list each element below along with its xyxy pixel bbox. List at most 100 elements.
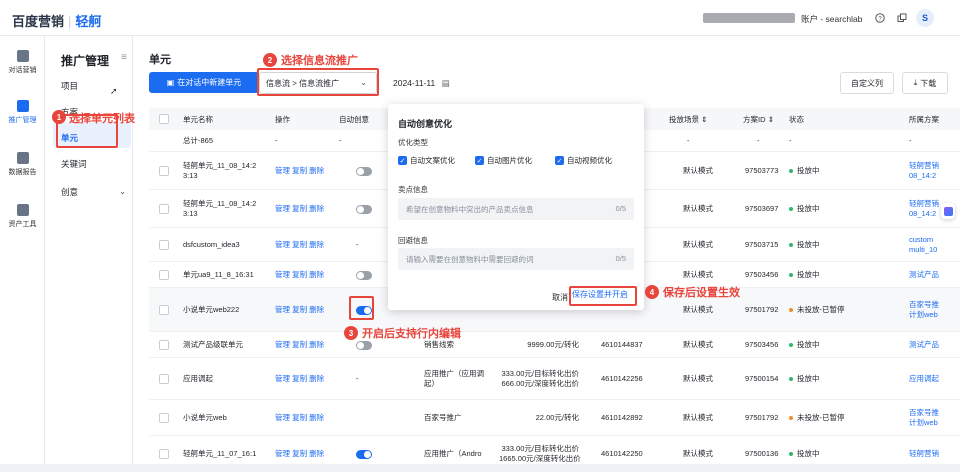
rail-item-promotion[interactable]: 推广管理 xyxy=(0,100,45,125)
chat-icon: ▣ xyxy=(166,78,175,87)
row-actions[interactable]: 管理 复制 删除 xyxy=(275,305,324,315)
row-checkbox[interactable] xyxy=(159,449,169,459)
plan-name[interactable]: 百家号推 计划web xyxy=(909,300,939,320)
copy-icon[interactable] xyxy=(894,10,910,26)
col-status[interactable]: 状态 xyxy=(789,114,804,125)
plan-name[interactable]: 测试产品 xyxy=(909,270,939,280)
scene: 默认模式 xyxy=(683,374,713,383)
custom-columns-button[interactable]: 自定义列 xyxy=(840,72,894,94)
option-auto-video[interactable]: ✓ 自动视频优化 xyxy=(555,155,612,166)
download-button[interactable]: ⤓ 下载 xyxy=(902,72,948,94)
status: 未投放-已暂停 xyxy=(789,305,845,315)
table-row: 小说单元web 管理 复制 删除 百家号推广 22.00元/转化 4610142892 默… xyxy=(149,400,960,436)
row-checkbox[interactable] xyxy=(159,166,169,176)
unit-name[interactable]: 应用调起 xyxy=(183,374,213,384)
row-actions[interactable]: 管理 复制 删除 xyxy=(275,270,324,280)
total-actions-placeholder: - xyxy=(275,136,278,145)
brand-logo[interactable]: 百度营销 | 轻舸 xyxy=(12,11,101,30)
row-checkbox[interactable] xyxy=(159,374,169,384)
rail-item-chat-marketing[interactable]: 对话营销 xyxy=(0,50,45,75)
row-actions[interactable]: 管理 复制 删除 xyxy=(275,449,324,459)
unit-name[interactable]: 轻舸单元_11_08_14:2 3:13 xyxy=(183,161,256,181)
row-checkbox[interactable] xyxy=(159,270,169,280)
unit-name[interactable]: 轻舸单元_11_07_16:1 xyxy=(183,449,256,459)
auto-creative-toggle[interactable] xyxy=(356,341,372,350)
chevron-down-icon[interactable]: ⌄ xyxy=(119,186,126,197)
status-label: 投放中 xyxy=(797,204,820,213)
rail-item-reports[interactable]: 数据报告 xyxy=(0,152,45,177)
annotation-badge-3: 3 xyxy=(344,326,358,340)
trend-chart-icon xyxy=(16,100,29,112)
assistant-widget-icon[interactable] xyxy=(941,203,955,219)
rail-item-tools[interactable]: 资产工具 xyxy=(0,204,45,229)
annotation-text-3: 开启后支持行内编辑 xyxy=(362,328,461,340)
subnav-title: 推广管理 xyxy=(61,54,110,68)
selling-label: 卖点信息 xyxy=(398,185,428,194)
annotation-box-flow xyxy=(257,68,379,96)
plan-name[interactable]: 轻舸营销 08_14:2 xyxy=(909,199,939,219)
status-label: 投放中 xyxy=(797,270,820,279)
row-checkbox[interactable] xyxy=(159,340,169,350)
date-picker[interactable]: 2024-11-11 ▤ xyxy=(393,78,450,89)
unit-name[interactable]: 小说单元web xyxy=(183,413,227,423)
bid-price[interactable]: 9999.00元/转化 xyxy=(499,340,579,350)
row-checkbox[interactable] xyxy=(159,413,169,423)
row-actions[interactable]: 管理 复制 删除 xyxy=(275,374,324,384)
plan-name[interactable]: 测试产品 xyxy=(909,340,939,350)
total-auto-placeholder: - xyxy=(339,136,342,145)
row-actions[interactable]: 管理 复制 删除 xyxy=(275,240,324,250)
account-name[interactable]: 账户 - searchlab xyxy=(801,13,862,25)
subnav-item-project[interactable]: 项目 xyxy=(61,80,78,92)
plan-name[interactable]: 轻舸营销 xyxy=(909,449,939,459)
cancel-button[interactable]: 取消 xyxy=(552,292,568,303)
col-plan[interactable]: 所属方案 xyxy=(909,114,939,125)
annotation-box-toggle xyxy=(349,296,374,320)
plan-name[interactable]: custom multi_10 xyxy=(909,235,937,255)
unit-name[interactable]: dsfcustom_idea3 xyxy=(183,240,240,250)
option-auto-image[interactable]: ✓ 自动图片优化 xyxy=(475,155,532,166)
auto-creative-toggle[interactable] xyxy=(356,450,372,459)
unit-name[interactable]: 小说单元web222 xyxy=(183,305,239,315)
col-auto-creative[interactable]: 自动创意 xyxy=(339,114,369,125)
row-actions[interactable]: 管理 复制 删除 xyxy=(275,166,324,176)
total-label: 总计-865 xyxy=(183,136,214,145)
new-unit-button[interactable]: ▣ 在对话中新建单元 xyxy=(149,72,259,93)
subnav-item-keyword[interactable]: 关键词 xyxy=(61,158,87,170)
plan-name[interactable]: 应用调起 xyxy=(909,374,939,384)
bid-price[interactable]: 333.00元/目标转化出价 1665.00元/深度转化出价 xyxy=(499,444,581,464)
status: 投放中 xyxy=(789,240,820,250)
plan-name[interactable]: 轻舸营销 08_14:2 xyxy=(909,161,939,181)
subnav-item-creative[interactable]: 创意 xyxy=(61,186,78,198)
selling-placeholder: 希望在创意物料中突出的产品卖点信息 xyxy=(406,205,534,214)
unit-name[interactable]: 轻舸单元_11_08_14:2 3:13 xyxy=(183,199,256,219)
row-checkbox[interactable] xyxy=(159,204,169,214)
col-plan-id[interactable]: 方案ID ⇕ xyxy=(743,114,774,125)
bid-price[interactable]: 333.00元/目标转化出价 666.00元/深度转化出价 xyxy=(499,369,579,389)
date-value: 2024-11-11 xyxy=(393,78,436,88)
selling-input[interactable]: 希望在创意物料中突出的产品卖点信息 0/5 xyxy=(398,198,634,220)
option-auto-copy[interactable]: ✓ 自动文案优化 xyxy=(398,155,455,166)
annotation-badge-1: 1 xyxy=(52,110,66,124)
help-icon[interactable]: ? xyxy=(872,10,888,26)
menu-collapse-icon[interactable]: ≡ xyxy=(121,52,127,63)
col-scene[interactable]: 投放场景 ⇕ xyxy=(669,114,707,125)
row-checkbox[interactable] xyxy=(159,240,169,250)
avoid-input[interactable]: 请输入需要在创意物料中需要回避的词 0/5 xyxy=(398,248,634,270)
row-actions[interactable]: 管理 复制 删除 xyxy=(275,204,324,214)
select-all-checkbox[interactable] xyxy=(159,114,169,124)
brand-sub-label: 轻舸 xyxy=(75,14,102,29)
row-checkbox[interactable] xyxy=(159,305,169,315)
auto-creative-toggle[interactable] xyxy=(356,167,372,176)
auto-creative-toggle[interactable] xyxy=(356,205,372,214)
bid-price[interactable]: 22.00元/转化 xyxy=(499,413,579,423)
unit-name[interactable]: 单元ua9_11_8_16:31 xyxy=(183,270,254,280)
row-actions[interactable]: 管理 复制 删除 xyxy=(275,413,324,423)
plan-name[interactable]: 百家号推 计划web xyxy=(909,408,939,428)
col-unit-name[interactable]: 单元名称 xyxy=(183,114,213,125)
row-actions[interactable]: 管理 复制 删除 xyxy=(275,340,324,350)
auto-creative-toggle[interactable] xyxy=(356,271,372,280)
scene: 默认模式 xyxy=(683,240,713,249)
status-dot-icon xyxy=(789,169,793,174)
unit-name[interactable]: 测试产品级联单元 xyxy=(183,340,243,350)
avatar[interactable]: S xyxy=(916,9,934,27)
